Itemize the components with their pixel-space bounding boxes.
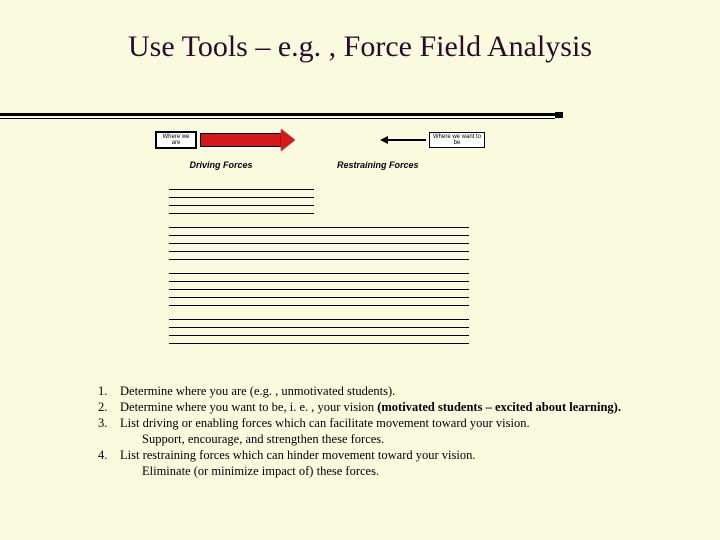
title-underline-cap <box>555 112 563 118</box>
blank-line <box>169 252 469 260</box>
step-4-sub: Eliminate (or minimize impact of) these … <box>98 463 690 479</box>
diagram-captions: Driving Forces Restraining Forces <box>155 160 485 170</box>
page-title: Use Tools – e.g. , Force Field Analysis <box>0 0 720 64</box>
blank-line <box>169 320 469 328</box>
where-we-want-box: Where we want to be <box>429 132 485 149</box>
step-number: 1. <box>98 383 120 399</box>
blank-line <box>169 266 469 274</box>
restraining-arrow-icon <box>388 139 426 141</box>
step-text-pre: Determine where you want to be, i. e. , … <box>120 400 377 414</box>
driving-arrow-icon <box>200 133 282 147</box>
step-3-sub: Support, encourage, and strengthen these… <box>98 431 690 447</box>
step-3: 3. List driving or enabling forces which… <box>98 415 690 431</box>
slide: Use Tools – e.g. , Force Field Analysis … <box>0 0 720 540</box>
blank-line <box>169 198 314 206</box>
blank-line <box>169 244 469 252</box>
blank-line <box>169 282 469 290</box>
blank-line <box>169 228 469 236</box>
step-number: 2. <box>98 399 120 415</box>
force-field-diagram: Where we are Where we want to be Driving… <box>155 123 485 363</box>
driving-forces-label: Driving Forces <box>155 160 287 170</box>
where-we-are-box: Where we are <box>155 131 197 150</box>
blank-line <box>169 182 314 190</box>
restraining-forces-label: Restraining Forces <box>317 160 485 170</box>
worksheet-lines <box>169 182 469 344</box>
blank-line <box>169 312 469 320</box>
step-4: 4. List restraining forces which can hin… <box>98 447 690 463</box>
step-1: 1. Determine where you are (e.g. , unmot… <box>98 383 690 399</box>
blank-line <box>169 336 469 344</box>
blank-line <box>169 220 469 228</box>
blank-line <box>169 290 469 298</box>
blank-line <box>169 274 469 282</box>
blank-line <box>169 206 314 214</box>
step-text: Determine where you want to be, i. e. , … <box>120 399 690 415</box>
title-underline <box>0 113 555 116</box>
step-text: List driving or enabling forces which ca… <box>120 415 690 431</box>
step-number: 3. <box>98 415 120 431</box>
blank-line <box>169 298 469 306</box>
blank-line <box>169 236 469 244</box>
step-number: 4. <box>98 447 120 463</box>
diagram-top-row: Where we are Where we want to be <box>155 123 485 157</box>
step-text: Determine where you are (e.g. , unmotiva… <box>120 383 690 399</box>
step-2: 2. Determine where you want to be, i. e.… <box>98 399 690 415</box>
step-text-bold: (motivated students – excited about lear… <box>377 400 621 414</box>
blank-line <box>169 190 314 198</box>
step-text: List restraining forces which can hinder… <box>120 447 690 463</box>
blank-line <box>169 328 469 336</box>
steps-list: 1. Determine where you are (e.g. , unmot… <box>98 383 690 479</box>
